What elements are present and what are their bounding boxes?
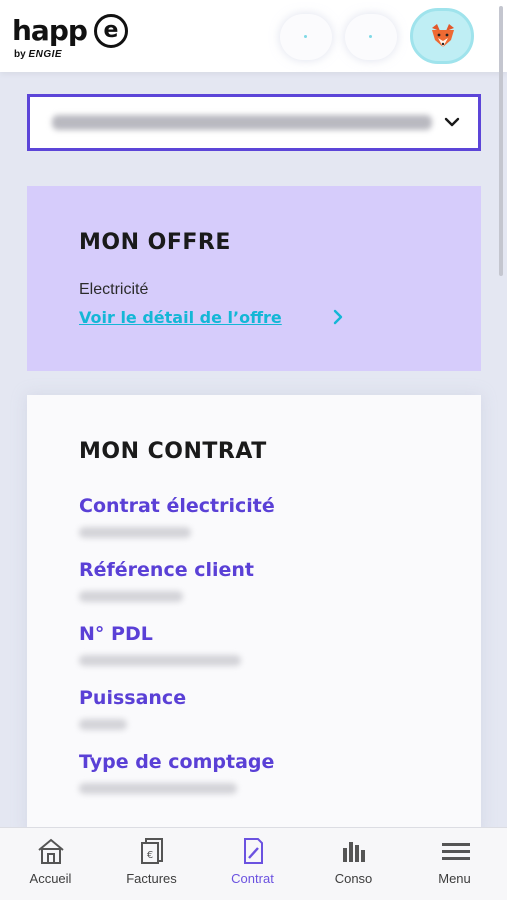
contract-field-value-redacted (79, 527, 191, 538)
nav-item-factures[interactable]: € Factures (101, 828, 202, 900)
contract-field-value-redacted (79, 655, 241, 666)
logo-engie: ENGIE (28, 49, 63, 60)
nav-label: Menu (438, 871, 471, 886)
contract-field-label: N° PDL (79, 623, 153, 645)
contract-field-label: Référence client (79, 559, 254, 581)
logo-wordmark: happ (12, 14, 88, 47)
nav-label: Conso (334, 871, 373, 886)
contract-field-value-redacted (79, 719, 127, 730)
nav-label: Contrat (231, 871, 274, 886)
nav-item-menu[interactable]: Menu (404, 828, 505, 900)
contract-field-value-redacted (79, 591, 183, 602)
logo-byline: by ENGIE (14, 49, 62, 60)
menu-icon (442, 843, 470, 860)
header-action-button-1[interactable] (280, 14, 332, 60)
chevron-right-icon[interactable] (331, 308, 345, 326)
header-action-button-2[interactable] (345, 14, 397, 60)
nav-label: Factures (126, 871, 177, 886)
logo-e-circle: e (94, 14, 128, 48)
svg-text:€: € (147, 850, 153, 861)
home-icon (38, 838, 64, 864)
nav-label: Accueil (29, 871, 72, 886)
offer-energy-type: Electricité (79, 281, 149, 298)
logo-by: by (14, 49, 26, 60)
bottom-navigation: Accueil € Factures Contrat Conso Menu (0, 827, 507, 900)
app-header: happ e by ENGIE (0, 0, 507, 72)
offer-details-link[interactable]: Voir le détail de l’offre (79, 308, 282, 327)
nav-item-contrat[interactable]: Contrat (202, 828, 303, 900)
indicator-dot (369, 35, 372, 38)
avatar[interactable] (410, 8, 474, 64)
nav-item-conso[interactable]: Conso (303, 828, 404, 900)
invoices-icon: € (141, 838, 163, 864)
offer-title: MON OFFRE (79, 230, 231, 255)
indicator-dot (304, 35, 307, 38)
address-value-redacted (52, 115, 432, 130)
contract-field-label: Puissance (79, 687, 187, 709)
scrollbar[interactable] (499, 6, 503, 276)
contract-field-label: Contrat électricité (79, 495, 275, 517)
contract-title: MON CONTRAT (79, 439, 267, 464)
contract-icon (244, 838, 263, 864)
fox-avatar-icon (432, 24, 454, 47)
contract-field-label: Type de comptage (79, 751, 275, 773)
address-select[interactable] (27, 94, 481, 151)
offer-card: MON OFFRE Electricité Voir le détail de … (27, 186, 481, 371)
nav-item-accueil[interactable]: Accueil (0, 828, 101, 900)
bar-chart-icon (343, 842, 365, 862)
contract-field-value-redacted (79, 783, 237, 794)
chevron-down-icon (444, 117, 460, 127)
happe-logo[interactable]: happ e by ENGIE (12, 14, 132, 64)
contract-card: MON CONTRAT Contrat électricité Référenc… (27, 395, 481, 835)
